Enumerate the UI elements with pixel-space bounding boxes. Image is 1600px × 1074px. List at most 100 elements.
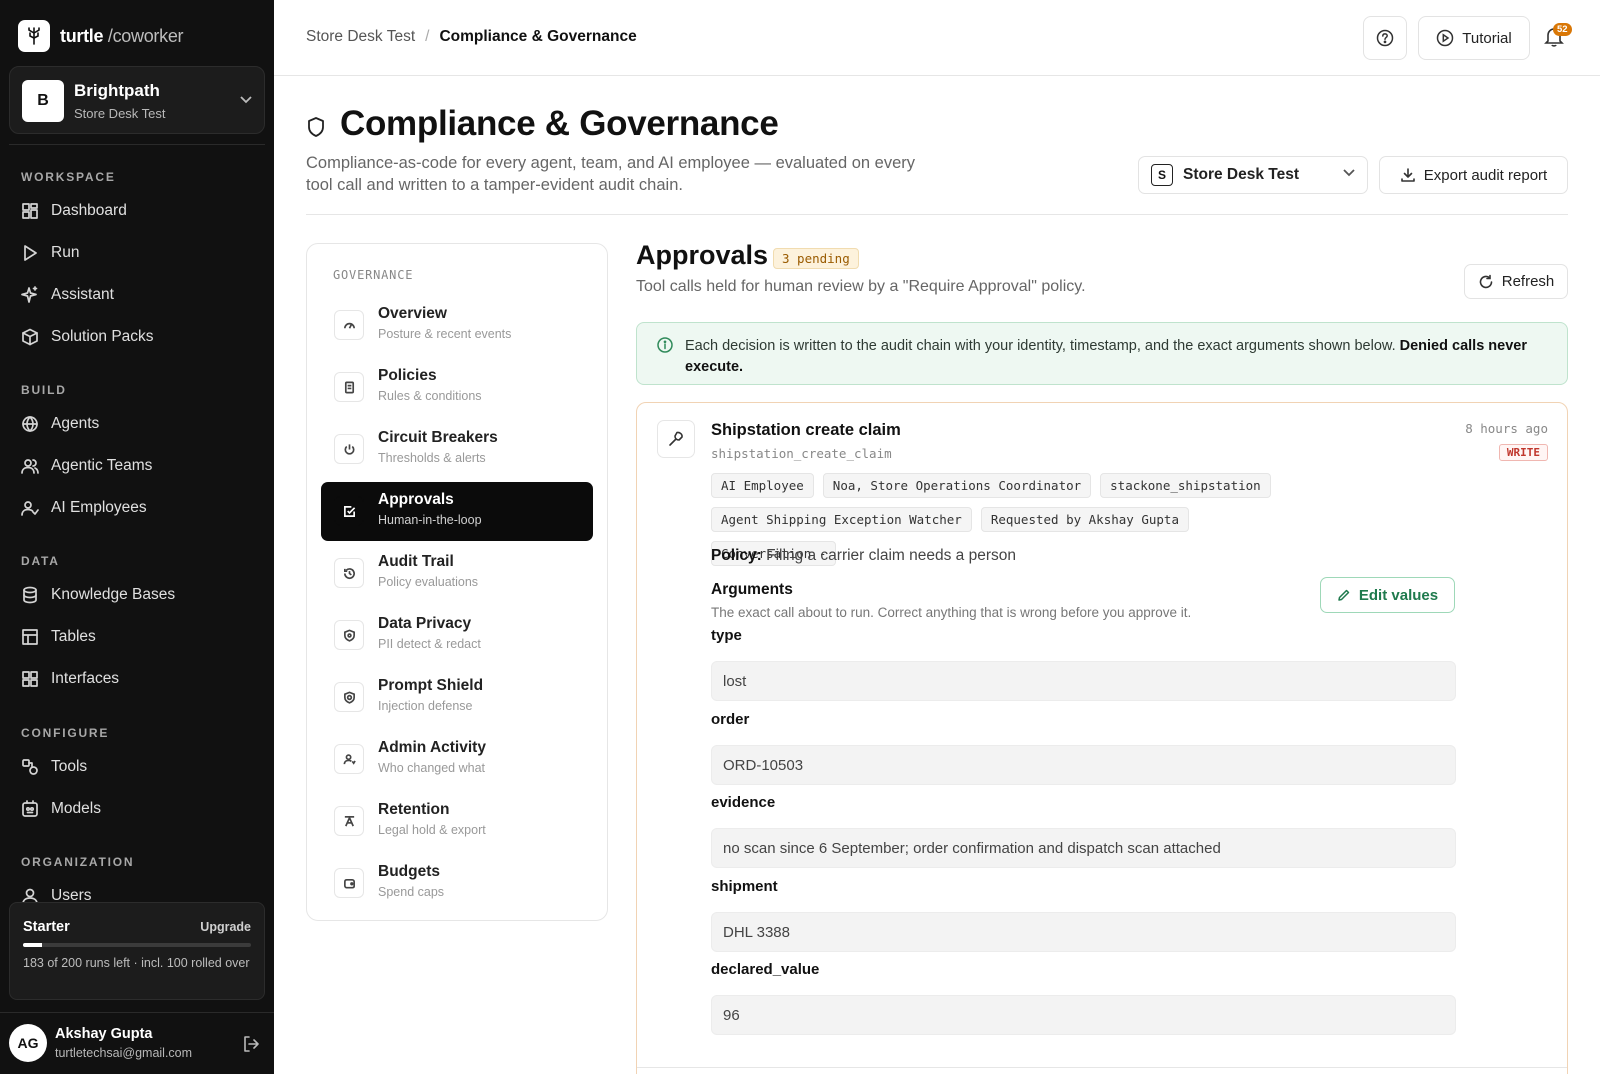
- user-name: Akshay Gupta: [55, 1026, 153, 1042]
- sidebar-section-configure: CONFIGURE: [21, 726, 110, 740]
- policy-line: Policy: Filing a carrier claim needs a p…: [711, 547, 1016, 565]
- export-audit-report-button[interactable]: Export audit report: [1379, 156, 1568, 194]
- download-icon: [1400, 168, 1415, 182]
- field-label-declared-value: declared_value: [711, 961, 820, 978]
- gauge-icon: [334, 310, 364, 340]
- tutorial-button[interactable]: Tutorial: [1418, 16, 1530, 60]
- sidebar-item-knowledge-bases[interactable]: Knowledge Bases: [21, 582, 175, 608]
- database-icon: [23, 586, 37, 604]
- store-select[interactable]: S Store Desk Test: [1138, 156, 1368, 194]
- sidebar-item-dashboard[interactable]: Dashboard: [21, 198, 127, 224]
- sidebar-item-run[interactable]: Run: [21, 240, 79, 266]
- field-input-shipment[interactable]: DHL 3388: [711, 912, 1456, 952]
- notification-badge: 52: [1553, 23, 1572, 36]
- sidebar-divider: [9, 144, 265, 145]
- tutorial-label: Tutorial: [1462, 29, 1512, 47]
- play-icon: [24, 245, 37, 261]
- governance-item-approvals[interactable]: Approvals Human-in-the-loop: [321, 482, 593, 541]
- help-button[interactable]: [1363, 16, 1407, 60]
- sidebar-item-models[interactable]: Models: [21, 796, 101, 822]
- shield-dot-icon: [334, 620, 364, 650]
- tool-name: Shipstation create claim: [711, 421, 901, 439]
- governance-item-policies[interactable]: Policies Rules & conditions: [321, 358, 593, 417]
- sidebar-item-agentic-teams[interactable]: Agentic Teams: [21, 453, 152, 479]
- info-icon: [657, 337, 673, 353]
- dashboard-icon: [22, 203, 38, 219]
- sidebar-item-label: Knowledge Bases: [51, 586, 176, 603]
- approval-card: Shipstation create claim shipstation_cre…: [636, 402, 1568, 1074]
- sidebar-item-assistant[interactable]: Assistant: [21, 282, 114, 308]
- write-badge: WRITE: [1498, 444, 1548, 461]
- sidebar-section-data: DATA: [21, 554, 60, 568]
- workspace-switcher[interactable]: B Brightpath Store Desk Test: [9, 66, 265, 134]
- governance-item-sub: Thresholds & alerts: [378, 451, 486, 465]
- sidebar-item-tools[interactable]: Tools: [21, 754, 87, 780]
- chip: stackone_shipstation: [1100, 473, 1271, 498]
- model-icon: [22, 800, 38, 817]
- governance-item-data-privacy[interactable]: Data Privacy PII detect & redact: [321, 606, 593, 665]
- workspace-sub: Store Desk Test: [74, 106, 166, 121]
- play-circle-icon: [1437, 29, 1454, 47]
- store-initial: S: [1151, 164, 1173, 186]
- shield-target-icon: [334, 682, 364, 712]
- refresh-button[interactable]: Refresh: [1464, 264, 1568, 299]
- sparkle-icon: [21, 286, 38, 303]
- layout-icon: [22, 671, 38, 687]
- sidebar-item-agents[interactable]: Agents: [21, 411, 99, 437]
- governance-item-prompt-shield[interactable]: Prompt Shield Injection defense: [321, 668, 593, 727]
- governance-item-retention[interactable]: Retention Legal hold & export: [321, 792, 593, 851]
- page-title: Compliance & Governance: [340, 104, 779, 143]
- plan-usage-fill: [23, 943, 43, 947]
- workspace-avatar: B: [22, 80, 64, 122]
- sidebar-item-tables[interactable]: Tables: [21, 624, 96, 650]
- field-input-order[interactable]: ORD-10503: [711, 745, 1456, 785]
- breadcrumb-separator: /: [425, 28, 430, 45]
- edit-values-button[interactable]: Edit values: [1320, 577, 1455, 613]
- history-icon: [334, 558, 364, 588]
- governance-item-circuit-breakers[interactable]: Circuit Breakers Thresholds & alerts: [321, 420, 593, 479]
- power-icon: [334, 434, 364, 464]
- sidebar-item-interfaces[interactable]: Interfaces: [21, 666, 119, 692]
- export-label: Export audit report: [1423, 166, 1548, 184]
- avatar[interactable]: AG: [9, 1024, 47, 1062]
- check-square-icon: [334, 496, 364, 526]
- time-ago: 8 hours ago: [1465, 421, 1548, 436]
- logo-main: turtle: [60, 25, 104, 46]
- sidebar-item-solution-packs[interactable]: Solution Packs: [21, 324, 154, 350]
- sidebar-section-organization: ORGANIZATION: [21, 855, 135, 869]
- governance-item-overview[interactable]: Overview Posture & recent events: [321, 296, 593, 355]
- chip: Noa, Store Operations Coordinator: [822, 473, 1092, 498]
- governance-item-budgets[interactable]: Budgets Spend caps: [321, 854, 593, 913]
- upgrade-link[interactable]: Upgrade: [200, 920, 251, 934]
- field-input-declared-value[interactable]: 96: [711, 995, 1456, 1035]
- field-input-evidence[interactable]: no scan since 6 September; order confirm…: [711, 828, 1456, 868]
- governance-nav: GOVERNANCE Overview Posture & recent eve…: [306, 243, 608, 921]
- governance-item-audit-trail[interactable]: Audit Trail Policy evaluations: [321, 544, 593, 603]
- arguments-subtitle: The exact call about to run. Correct any…: [711, 605, 1192, 620]
- governance-item-title: Policies: [378, 367, 437, 384]
- wallet-icon: [334, 868, 364, 898]
- approvals-subtitle: Tool calls held for human review by a "R…: [636, 278, 1086, 295]
- field-label-type: type: [711, 627, 742, 644]
- pending-badge: 3 pending: [773, 248, 859, 269]
- sidebar-item-label: Agentic Teams: [51, 457, 153, 474]
- chip: AI Employee: [711, 473, 814, 498]
- governance-item-sub: Rules & conditions: [378, 389, 482, 403]
- breadcrumb-parent[interactable]: Store Desk Test: [306, 28, 415, 46]
- chip: Agent Shipping Exception Watcher: [711, 507, 972, 532]
- sidebar-item-label: Assistant: [51, 286, 114, 303]
- logout-icon[interactable]: [242, 1035, 260, 1053]
- governance-item-admin-activity[interactable]: Admin Activity Who changed what: [321, 730, 593, 789]
- sidebar-item-label: Models: [51, 800, 101, 817]
- field-label-evidence: evidence: [711, 794, 776, 811]
- governance-item-title: Retention: [378, 801, 450, 818]
- sidebar-item-label: Agents: [51, 415, 100, 432]
- sidebar-item-ai-employees[interactable]: AI Employees: [21, 495, 147, 521]
- user-check-icon: [21, 501, 39, 516]
- sidebar-item-label: AI Employees: [51, 499, 147, 516]
- governance-heading: GOVERNANCE: [333, 268, 414, 282]
- governance-item-title: Prompt Shield: [378, 677, 484, 694]
- field-input-type[interactable]: lost: [711, 661, 1456, 701]
- app-logo[interactable]: turtle /coworker: [18, 20, 184, 52]
- info-banner: Each decision is written to the audit ch…: [636, 322, 1568, 385]
